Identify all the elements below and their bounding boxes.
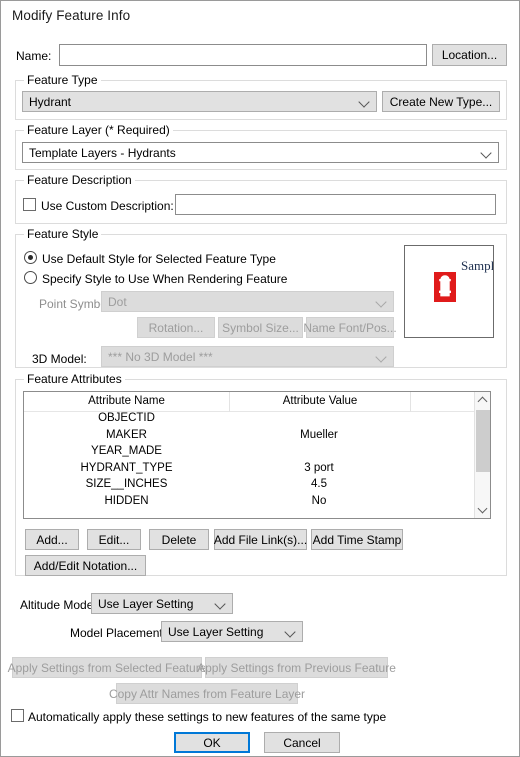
auto-apply-label: Automatically apply these settings to ne… bbox=[28, 710, 387, 724]
attribute-name-cell: OBJECTID bbox=[98, 412, 155, 424]
feature-type-group-title: Feature Type bbox=[24, 73, 101, 87]
dialog-title: Modify Feature Info bbox=[12, 8, 131, 23]
edit-button[interactable]: Edit... bbox=[87, 529, 141, 550]
attribute-name-cell: HYDRANT_TYPE bbox=[80, 461, 173, 474]
sample-preview-label: Sample bbox=[461, 258, 494, 273]
add-button[interactable]: Add... bbox=[25, 529, 79, 550]
feature-attributes-group-title: Feature Attributes bbox=[24, 372, 125, 386]
custom-description-input[interactable] bbox=[175, 194, 496, 215]
chevron-down-icon bbox=[216, 599, 225, 608]
column-header-attribute-name[interactable]: Attribute Name bbox=[24, 395, 229, 407]
scrollbar-thumb[interactable] bbox=[476, 410, 490, 472]
ok-button[interactable]: OK bbox=[174, 732, 250, 753]
scroll-up-arrow-icon[interactable] bbox=[475, 392, 490, 409]
table-row[interactable]: MAKER Mueller bbox=[24, 429, 490, 446]
attributes-table[interactable]: Attribute Name Attribute Value OBJECTID M… bbox=[23, 391, 491, 519]
apply-settings-from-previous-feature-button[interactable]: Apply Settings from Previous Feature bbox=[197, 657, 396, 678]
table-row[interactable]: SIZE__INCHES 4.5 bbox=[24, 478, 490, 495]
feature-layer-group-title: Feature Layer (* Required) bbox=[24, 123, 173, 137]
attributes-table-body: OBJECTID MAKER Mueller YEAR_MADE HYDRANT_TYP… bbox=[24, 412, 490, 511]
point-symbol-label: Point Symbol bbox=[39, 297, 110, 311]
model-3d-combo[interactable]: *** No 3D Model *** bbox=[101, 346, 394, 367]
attribute-value-cell: 3 port bbox=[304, 461, 334, 474]
column-header-attribute-value[interactable]: Attribute Value bbox=[230, 395, 410, 407]
symbol-size-button[interactable]: Symbol Size... bbox=[218, 317, 303, 338]
attributes-table-header: Attribute Name Attribute Value bbox=[24, 392, 490, 412]
attribute-name-cell: YEAR_MADE bbox=[91, 445, 162, 457]
altitude-mode-combo[interactable]: Use Layer Setting bbox=[91, 593, 233, 614]
name-label: Name: bbox=[16, 49, 52, 63]
radio-use-default-style[interactable] bbox=[24, 251, 37, 264]
add-file-links-button[interactable]: Add File Link(s)... bbox=[214, 529, 307, 550]
feature-description-group-title: Feature Description bbox=[24, 173, 135, 187]
table-row[interactable]: HIDDEN No bbox=[24, 495, 490, 512]
rotation-button[interactable]: Rotation... bbox=[137, 317, 215, 338]
create-new-type-button[interactable]: Create New Type... bbox=[382, 91, 500, 112]
altitude-mode-value: Use Layer Setting bbox=[98, 596, 194, 611]
delete-button[interactable]: Delete bbox=[149, 529, 209, 550]
apply-settings-from-selected-feature-button[interactable]: Apply Settings from Selected Feature bbox=[8, 657, 206, 678]
feature-type-value: Hydrant bbox=[29, 94, 72, 109]
attribute-name-cell: SIZE__INCHES bbox=[85, 478, 168, 490]
point-symbol-value: Dot bbox=[108, 294, 127, 309]
add-edit-notation-button[interactable]: Add/Edit Notation... bbox=[25, 555, 146, 576]
model-placement-value: Use Layer Setting bbox=[168, 624, 264, 639]
chevron-down-icon bbox=[377, 352, 386, 361]
model-placement-combo[interactable]: Use Layer Setting bbox=[161, 621, 303, 642]
add-time-stamp-button[interactable]: Add Time Stamp bbox=[311, 529, 403, 550]
point-symbol-combo[interactable]: Dot bbox=[101, 291, 394, 312]
chevron-down-icon bbox=[377, 297, 386, 306]
name-font-pos-button[interactable]: Name Font/Pos... bbox=[303, 317, 397, 338]
model-placement-label: Model Placement: bbox=[70, 626, 167, 640]
radio-specify-style[interactable] bbox=[24, 271, 37, 284]
modify-feature-info-dialog: Modify Feature Info Name: Location... Fe… bbox=[0, 0, 520, 757]
table-row[interactable]: HYDRANT_TYPE 3 port bbox=[24, 462, 490, 479]
hydrant-symbol-icon bbox=[434, 272, 456, 302]
scroll-down-arrow-icon[interactable] bbox=[475, 501, 490, 518]
attribute-name-cell: MAKER bbox=[106, 428, 147, 441]
style-preview-box: Sample bbox=[404, 245, 494, 338]
location-button[interactable]: Location... bbox=[432, 44, 507, 66]
chevron-down-icon bbox=[360, 97, 369, 106]
chevron-down-icon bbox=[482, 148, 491, 157]
name-input[interactable] bbox=[59, 44, 427, 66]
feature-style-group-title: Feature Style bbox=[24, 227, 102, 241]
auto-apply-checkbox[interactable] bbox=[11, 709, 24, 722]
use-custom-description-checkbox[interactable] bbox=[23, 198, 36, 211]
copy-attr-names-button[interactable]: Copy Attr Names from Feature Layer bbox=[109, 683, 305, 704]
altitude-mode-label: Altitude Mode: bbox=[20, 598, 97, 612]
table-row[interactable]: YEAR_MADE bbox=[24, 445, 490, 462]
chevron-down-icon bbox=[286, 627, 295, 636]
feature-layer-value: Template Layers - Hydrants bbox=[29, 145, 176, 160]
attribute-name-cell: HIDDEN bbox=[104, 494, 149, 507]
radio-use-default-style-label: Use Default Style for Selected Feature T… bbox=[42, 252, 276, 266]
feature-layer-combo[interactable]: Template Layers - Hydrants bbox=[22, 142, 499, 163]
model-3d-value: *** No 3D Model *** bbox=[108, 349, 213, 364]
attribute-value-cell: 4.5 bbox=[311, 478, 327, 490]
feature-type-combo[interactable]: Hydrant bbox=[22, 91, 377, 112]
use-custom-description-label: Use Custom Description: bbox=[41, 199, 174, 213]
attribute-value-cell: Mueller bbox=[300, 428, 338, 441]
cancel-button[interactable]: Cancel bbox=[264, 732, 340, 753]
attributes-scrollbar[interactable] bbox=[474, 392, 490, 518]
table-row[interactable]: OBJECTID bbox=[24, 412, 490, 429]
attribute-value-cell: No bbox=[311, 494, 327, 507]
model-3d-label: 3D Model: bbox=[32, 352, 87, 366]
radio-specify-style-label: Specify Style to Use When Rendering Feat… bbox=[42, 272, 288, 286]
